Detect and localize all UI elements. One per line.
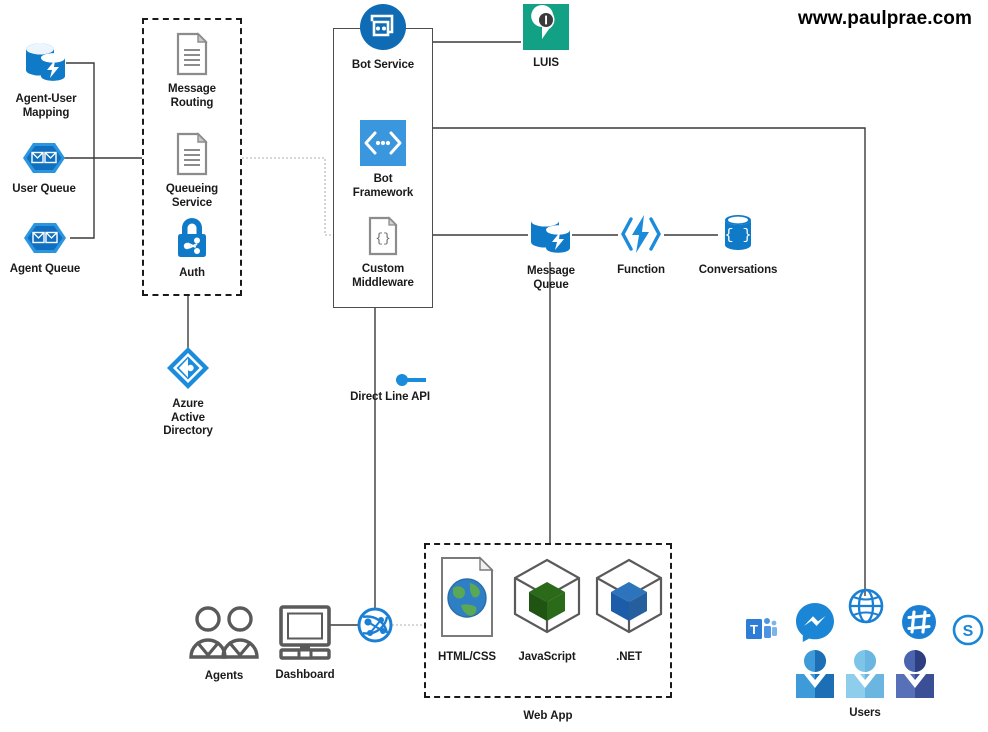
node-label: Direct Line API xyxy=(350,391,430,403)
node-label: Conversations xyxy=(698,264,778,276)
package-cube-green-icon xyxy=(500,556,594,643)
node-message-routing[interactable]: Message Routing xyxy=(142,32,242,110)
channel-web-chat[interactable] xyxy=(848,588,884,629)
node-agent-user-mapping[interactable]: Agent-User Mapping xyxy=(0,38,92,120)
code-document-icon: {} xyxy=(333,216,433,261)
svg-text:S: S xyxy=(963,623,974,640)
node-label: Agents xyxy=(204,670,244,682)
cosmos-db-icon: { } xyxy=(690,211,786,262)
queue-hexagon-icon xyxy=(0,140,88,181)
node-auth[interactable]: Auth xyxy=(142,216,242,281)
network-globe-icon xyxy=(357,607,393,648)
node-label: JavaScript xyxy=(518,651,576,663)
database-replica-icon xyxy=(0,38,92,91)
node-azure-active-directory[interactable]: Azure Active Directory xyxy=(138,345,238,439)
node-network[interactable] xyxy=(357,607,393,648)
node-bot-service[interactable]: Bot Service xyxy=(333,2,433,73)
node-label: Agent Queue xyxy=(9,263,81,275)
node-label: User Queue xyxy=(12,183,76,195)
channel-skype[interactable]: S xyxy=(952,614,984,651)
package-cube-blue-icon xyxy=(582,556,676,643)
azure-function-icon xyxy=(595,211,687,262)
node-label: Azure Active Directory xyxy=(163,398,213,437)
node-dotnet[interactable]: .NET xyxy=(582,556,676,665)
node-label: Agent-User Mapping xyxy=(15,93,77,119)
node-label: LUIS xyxy=(533,57,559,69)
bot-framework-code-icon xyxy=(333,120,433,171)
watermark: www.paulprae.com xyxy=(797,8,972,29)
document-icon xyxy=(142,32,242,81)
users-group-icon xyxy=(790,648,940,703)
database-replica-icon xyxy=(505,210,597,263)
node-label: Queueing Service xyxy=(165,183,219,209)
node-queueing-service[interactable]: Queueing Service xyxy=(142,132,242,210)
node-luis[interactable]: LUIS xyxy=(496,4,596,71)
messenger-icon xyxy=(794,601,836,648)
node-agents[interactable]: Agents xyxy=(178,605,270,684)
slack-icon xyxy=(900,603,938,646)
node-label: .NET xyxy=(616,651,642,663)
queue-hexagon-icon xyxy=(0,220,90,261)
skype-icon: S xyxy=(952,614,984,651)
node-label: Message Routing xyxy=(168,83,216,109)
channel-slack[interactable] xyxy=(900,603,938,646)
globe-icon xyxy=(848,588,884,629)
node-label: Users xyxy=(849,707,881,719)
svg-text:{ }: { } xyxy=(724,227,751,244)
node-message-queue[interactable]: Message Queue xyxy=(505,210,597,292)
teams-icon: T xyxy=(744,615,778,648)
bot-service-icon xyxy=(333,2,433,57)
architecture-diagram: Web App www.paulprae.com Agent-User Mapp… xyxy=(0,0,988,732)
channel-microsoft-teams[interactable]: T xyxy=(744,615,778,648)
node-user-queue[interactable]: User Queue xyxy=(0,140,88,197)
web-app-label: Web App xyxy=(523,710,573,722)
node-conversations[interactable]: { } Conversations xyxy=(690,211,786,278)
node-dashboard[interactable]: Dashboard xyxy=(262,604,348,683)
node-label: Bot Service xyxy=(351,59,415,71)
node-javascript[interactable]: JavaScript xyxy=(500,556,594,665)
node-label: Auth xyxy=(179,267,205,279)
node-custom-middleware[interactable]: {} Custom Middleware xyxy=(333,216,433,290)
node-bot-framework[interactable]: Bot Framework xyxy=(333,120,433,200)
document-icon xyxy=(142,132,242,181)
svg-text:{}: {} xyxy=(375,231,391,246)
node-label: Custom Middleware xyxy=(352,263,414,289)
node-label: Message Queue xyxy=(527,265,575,291)
svg-text:T: T xyxy=(750,622,758,637)
node-label: Dashboard xyxy=(275,669,335,681)
users-outline-icon xyxy=(178,605,270,668)
node-users[interactable]: Users xyxy=(790,648,940,721)
node-agent-queue[interactable]: Agent Queue xyxy=(0,220,90,277)
luis-icon xyxy=(496,4,596,55)
channel-facebook-messenger[interactable] xyxy=(794,601,836,648)
azure-active-directory-icon xyxy=(138,345,238,396)
node-label: Bot Framework xyxy=(352,173,414,199)
node-direct-line-api[interactable]: Direct Line API xyxy=(325,372,455,405)
node-function[interactable]: Function xyxy=(595,211,687,278)
node-label: Function xyxy=(617,264,665,276)
lock-share-icon xyxy=(142,216,242,265)
direct-line-api-icon xyxy=(352,372,428,388)
monitor-icon xyxy=(262,604,348,667)
